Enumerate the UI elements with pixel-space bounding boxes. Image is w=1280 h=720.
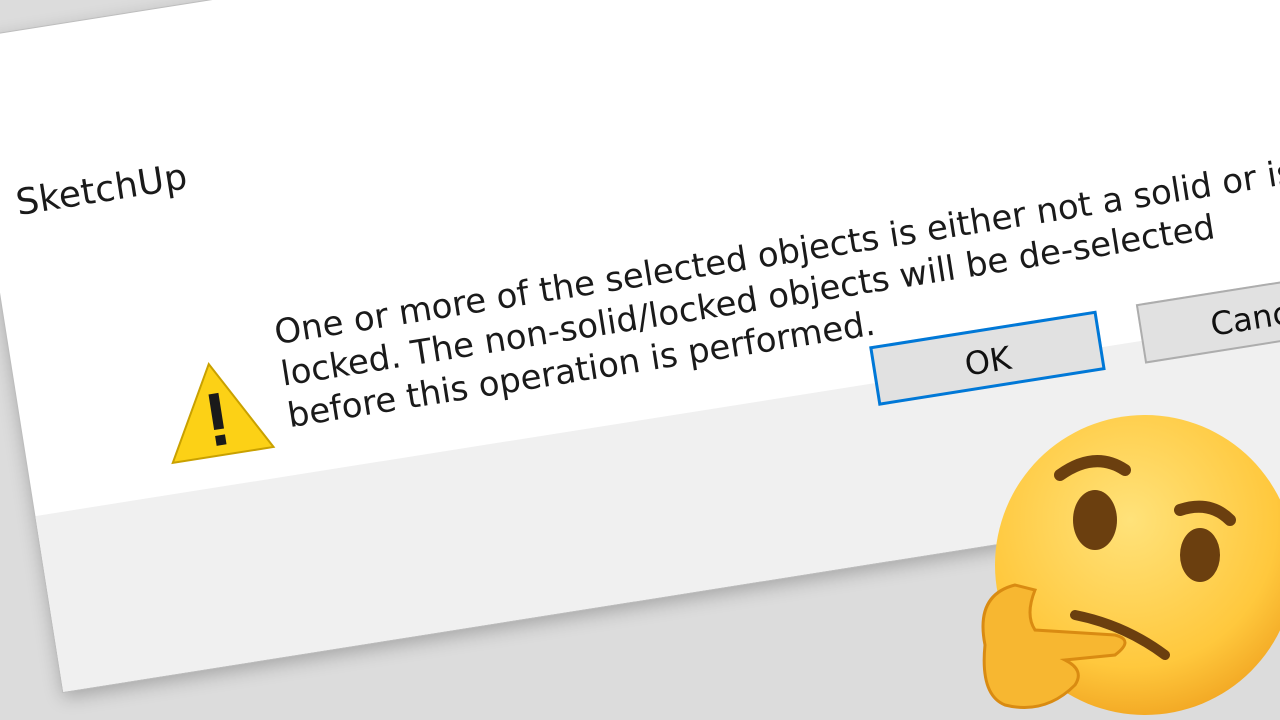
warning-icon [171, 362, 276, 465]
thinking-face-icon [981, 415, 1280, 715]
dialog-title: SketchUp [13, 156, 191, 224]
